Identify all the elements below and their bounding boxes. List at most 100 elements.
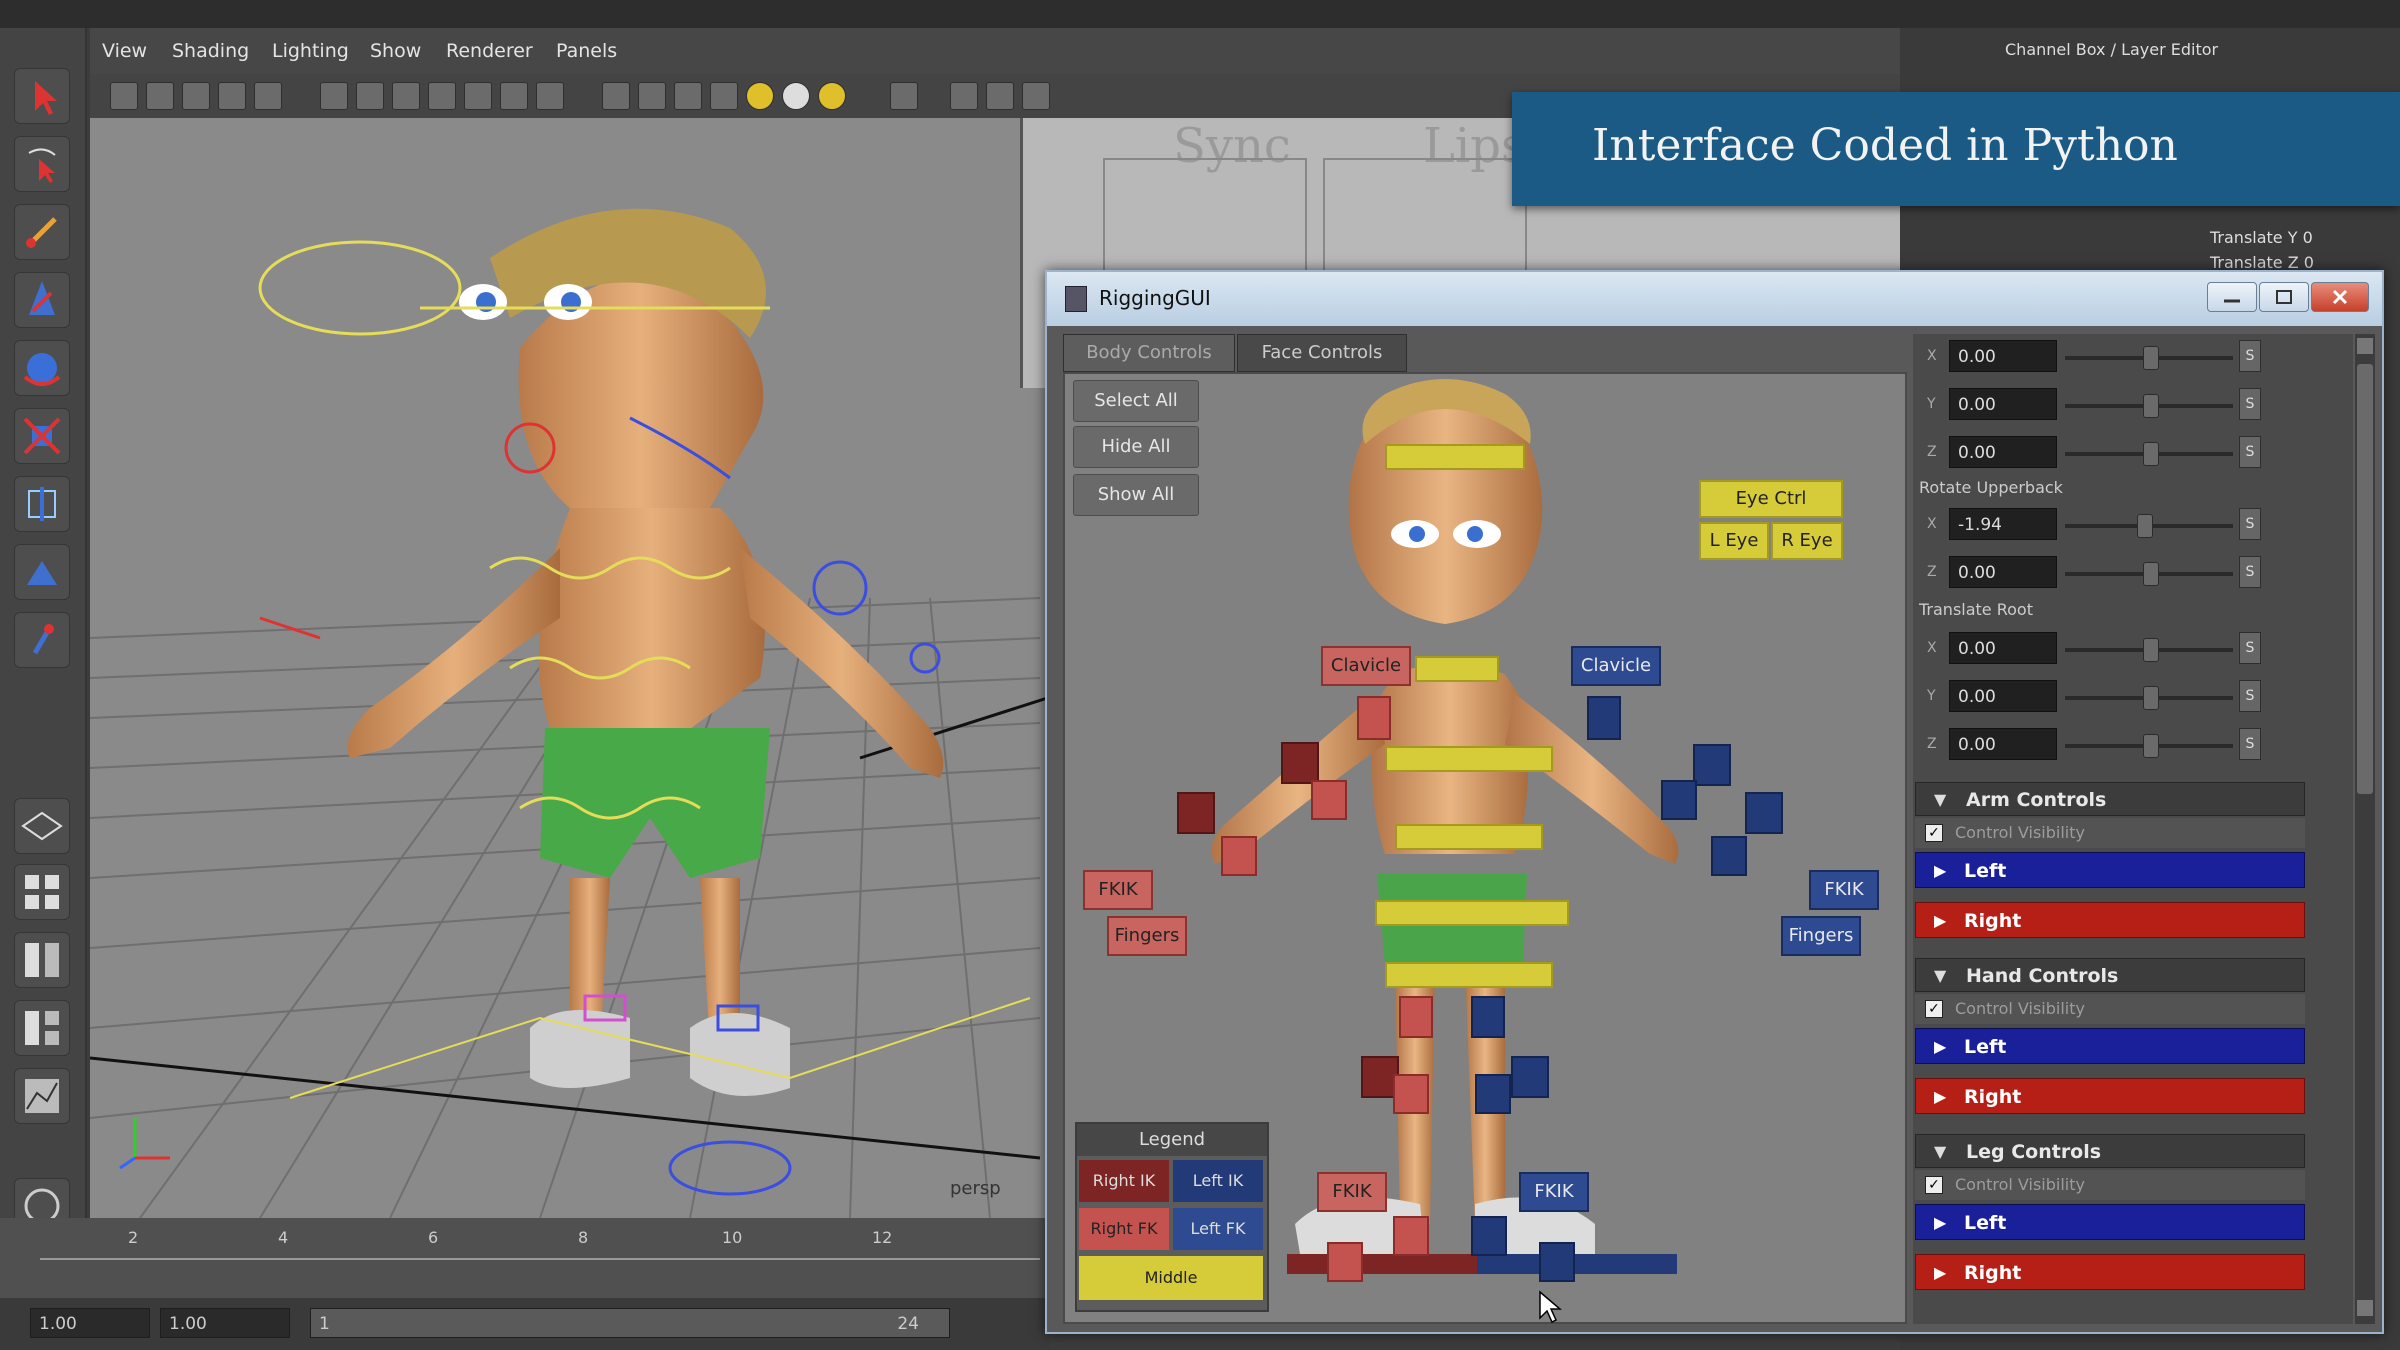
left-hip-ctrl[interactable]: [1471, 996, 1505, 1038]
right-hip-ctrl[interactable]: [1399, 996, 1433, 1038]
xray-icon[interactable]: [950, 82, 978, 110]
left-eye-button[interactable]: L Eye: [1699, 522, 1769, 560]
playback-start-field[interactable]: 1.00: [160, 1308, 290, 1338]
leg-controls-header[interactable]: ▼ Leg Controls: [1915, 1134, 2305, 1168]
field-chart-icon[interactable]: [464, 82, 492, 110]
left-knee-fk-ctrl[interactable]: [1475, 1074, 1511, 1114]
safe-title-icon[interactable]: [536, 82, 564, 110]
persp-outliner-layout-icon[interactable]: [14, 1000, 70, 1056]
shadows-icon[interactable]: [818, 82, 846, 110]
left-foot-ik-ctrl[interactable]: [1539, 1242, 1575, 1282]
slider-handle[interactable]: [2143, 734, 2159, 758]
checkbox-icon[interactable]: ✓: [1925, 824, 1943, 842]
move-tool-icon[interactable]: [14, 272, 70, 328]
wireframe-on-shaded-icon[interactable]: [674, 82, 702, 110]
slider-handle[interactable]: [2143, 394, 2159, 418]
wireframe-icon[interactable]: [602, 82, 630, 110]
s-button[interactable]: S: [2239, 556, 2261, 588]
bookmark-icon[interactable]: [182, 82, 210, 110]
s-button[interactable]: S: [2239, 388, 2261, 420]
hand-control-visibility[interactable]: ✓ Control Visibility: [1915, 994, 2305, 1024]
attr-slider[interactable]: [2065, 514, 2233, 538]
right-wrist-fk-ctrl[interactable]: [1221, 836, 1257, 876]
slider-handle[interactable]: [2143, 562, 2159, 586]
waist-ctrl[interactable]: [1375, 900, 1569, 926]
s-button[interactable]: S: [2239, 508, 2261, 540]
tab-body-controls[interactable]: Body Controls: [1063, 334, 1235, 372]
range-bar[interactable]: 1 24: [310, 1308, 950, 1338]
left-wrist-ik-ctrl[interactable]: [1745, 792, 1783, 834]
menu-shading[interactable]: Shading: [172, 40, 249, 62]
right-fingers-button[interactable]: Fingers: [1107, 916, 1187, 956]
soft-mod-icon[interactable]: [14, 544, 70, 600]
graph-layout-icon[interactable]: [14, 1068, 70, 1124]
attr-slider[interactable]: [2065, 686, 2233, 710]
grid-layout-icon[interactable]: [14, 798, 70, 854]
right-clavicle-button[interactable]: Clavicle: [1321, 646, 1411, 686]
left-arm-fkik-button[interactable]: FKIK: [1809, 870, 1879, 910]
s-button[interactable]: S: [2239, 632, 2261, 664]
side-by-side-layout-icon[interactable]: [14, 932, 70, 988]
checkbox-icon[interactable]: ✓: [1925, 1176, 1943, 1194]
scroll-thumb[interactable]: [2357, 364, 2373, 794]
smooth-shade-icon[interactable]: [638, 82, 666, 110]
neck-ctrl[interactable]: [1415, 656, 1499, 682]
slider-handle[interactable]: [2143, 346, 2159, 370]
right-arm-fkik-button[interactable]: FKIK: [1083, 870, 1153, 910]
right-elbow-fk-ctrl[interactable]: [1311, 780, 1347, 820]
value-field[interactable]: 0.00: [1949, 340, 2057, 372]
attr-slider[interactable]: [2065, 394, 2233, 418]
skeleton-icon[interactable]: [1022, 82, 1050, 110]
tab-face-controls[interactable]: Face Controls: [1237, 334, 1407, 372]
film-gate-icon[interactable]: [356, 82, 384, 110]
two-d-pan-icon[interactable]: [254, 82, 282, 110]
hand-left-row[interactable]: ▶ Left: [1915, 1028, 2305, 1064]
attr-slider[interactable]: [2065, 638, 2233, 662]
value-field[interactable]: 0.00: [1949, 680, 2057, 712]
right-leg-fkik-button[interactable]: FKIK: [1317, 1172, 1387, 1212]
left-wrist-fk-ctrl[interactable]: [1711, 836, 1747, 876]
menu-show[interactable]: Show: [370, 40, 421, 62]
all-lights-icon[interactable]: [782, 82, 810, 110]
gate-mask-icon[interactable]: [428, 82, 456, 110]
left-ankle-fk-ctrl[interactable]: [1471, 1216, 1507, 1256]
arm-control-visibility[interactable]: ✓ Control Visibility: [1915, 818, 2305, 848]
spine-ctrl[interactable]: [1395, 824, 1543, 850]
arm-controls-header[interactable]: ▼ Arm Controls: [1915, 782, 2305, 816]
scroll-down-icon[interactable]: [2357, 1300, 2373, 1316]
lasso-tool-icon[interactable]: [14, 136, 70, 192]
left-fingers-button[interactable]: Fingers: [1781, 916, 1861, 956]
image-plane-icon[interactable]: [218, 82, 246, 110]
menu-lighting[interactable]: Lighting: [272, 40, 349, 62]
four-pane-layout-icon[interactable]: [14, 864, 70, 920]
slider-handle[interactable]: [2137, 514, 2153, 538]
camera-select-icon[interactable]: [110, 82, 138, 110]
camera-attr-icon[interactable]: [146, 82, 174, 110]
left-leg-fkik-button[interactable]: FKIK: [1519, 1172, 1589, 1212]
chest-ctrl[interactable]: [1385, 746, 1553, 772]
value-field[interactable]: 0.00: [1949, 388, 2057, 420]
close-button[interactable]: [2311, 282, 2369, 312]
window-titlebar[interactable]: RiggingGUI: [1047, 272, 2382, 326]
head-ctrl[interactable]: [1385, 444, 1525, 470]
leg-control-visibility[interactable]: ✓ Control Visibility: [1915, 1170, 2305, 1200]
scroll-up-icon[interactable]: [2357, 338, 2373, 354]
arm-right-row[interactable]: ▶ Right: [1915, 902, 2305, 938]
right-eye-button[interactable]: R Eye: [1771, 522, 1843, 560]
paint-select-icon[interactable]: [14, 204, 70, 260]
grid-toggle-icon[interactable]: [320, 82, 348, 110]
right-elbow-ik-ctrl[interactable]: [1281, 742, 1319, 784]
scale-tool-icon[interactable]: [14, 408, 70, 464]
left-elbow-fk-ctrl[interactable]: [1661, 780, 1697, 820]
checkbox-icon[interactable]: ✓: [1925, 1000, 1943, 1018]
right-knee-fk-ctrl[interactable]: [1393, 1074, 1429, 1114]
arm-left-row[interactable]: ▶ Left: [1915, 852, 2305, 888]
left-knee-ik-ctrl[interactable]: [1511, 1056, 1549, 1098]
right-wrist-ik-ctrl[interactable]: [1177, 792, 1215, 834]
value-field[interactable]: 0.00: [1949, 556, 2057, 588]
value-field[interactable]: -1.94: [1949, 508, 2057, 540]
manipulator-icon[interactable]: [14, 476, 70, 532]
leg-right-row[interactable]: ▶ Right: [1915, 1254, 2305, 1290]
right-foot-ik-ctrl[interactable]: [1327, 1242, 1363, 1282]
right-ankle-fk-ctrl[interactable]: [1393, 1216, 1429, 1256]
